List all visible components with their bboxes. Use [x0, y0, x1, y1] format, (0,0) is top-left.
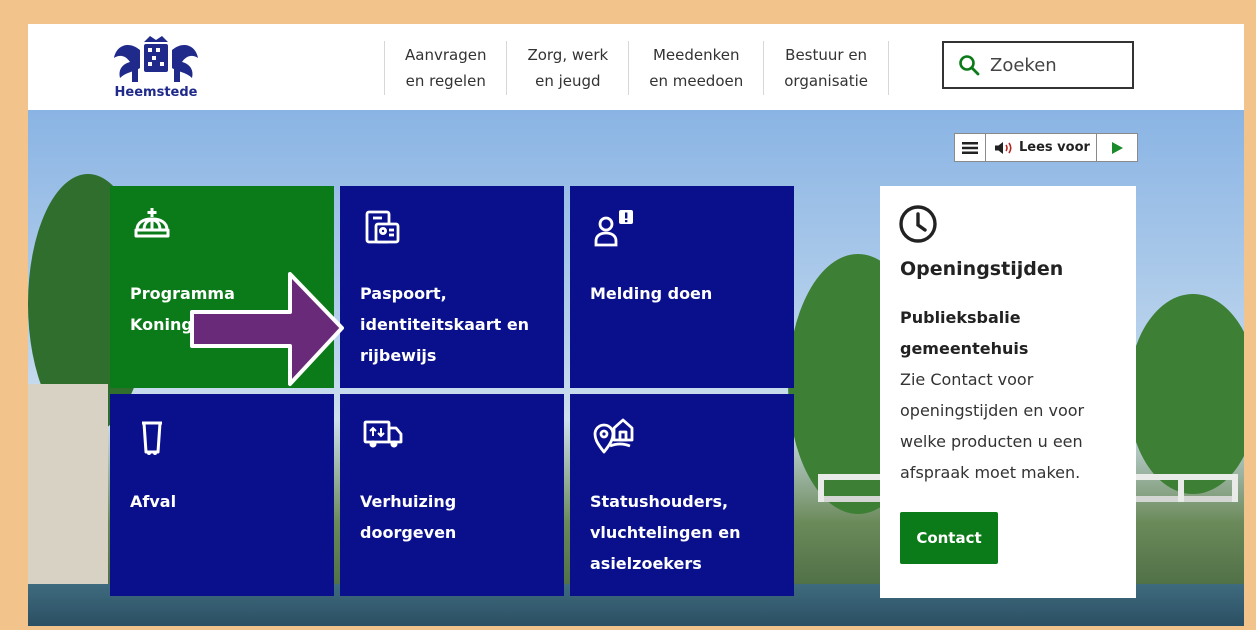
contact-button[interactable]: Contact — [900, 512, 998, 564]
read-aloud-label: Lees voor — [1019, 140, 1090, 155]
report-person-icon — [594, 210, 633, 247]
browser-viewport: Heemstede Aanvragen en regelen Zorg, wer… — [28, 24, 1244, 626]
site-header: Heemstede Aanvragen en regelen Zorg, wer… — [28, 24, 1244, 110]
location-home-icon — [593, 418, 634, 454]
boat-decoration — [28, 384, 108, 614]
crown-icon — [134, 208, 170, 238]
tile-label: Statushouders, vluchtelingen en asielzoe… — [590, 492, 741, 573]
main-navigation: Aanvragen en regelen Zorg, werk en jeugd… — [384, 41, 889, 97]
opening-hours-card: Openingstijden Publieksbalie gemeentehui… — [880, 186, 1136, 598]
moving-truck-icon — [363, 420, 403, 448]
screenshot-frame: Heemstede Aanvragen en regelen Zorg, wer… — [6, 6, 1250, 626]
search-box — [942, 41, 1134, 89]
tile-paspoort[interactable]: Paspoort, identiteitskaart en rijbewijs — [340, 186, 564, 388]
readspeaker-bar: Lees voor — [954, 133, 1138, 162]
tile-label: Melding doen — [590, 284, 713, 303]
annotation-arrow-icon — [190, 272, 344, 386]
play-icon[interactable] — [1097, 134, 1137, 161]
nav-item-aanvragen[interactable]: Aanvragen en regelen — [384, 41, 506, 95]
opening-hours-description: Zie Contact voor openingstijden en voor … — [900, 370, 1085, 482]
opening-hours-title: Openingstijden — [900, 258, 1064, 280]
nav-item-zorg-werk-jeugd[interactable]: Zorg, werk en jeugd — [506, 41, 628, 95]
menu-icon[interactable] — [955, 134, 986, 161]
nav-item-meedenken[interactable]: Meedenken en meedoen — [628, 41, 763, 95]
tile-verhuizing[interactable]: Verhuizing doorgeven — [340, 394, 564, 596]
speaker-icon — [995, 141, 1012, 154]
read-aloud-button[interactable]: Lees voor — [986, 134, 1097, 161]
tile-statushouders[interactable]: Statushouders, vluchtelingen en asielzoe… — [570, 394, 794, 596]
tile-afval[interactable]: Afval — [110, 394, 334, 596]
search-icon[interactable] — [958, 54, 980, 76]
tile-label: Afval — [130, 492, 177, 511]
search-input[interactable] — [988, 53, 1122, 77]
tile-label: Paspoort, identiteitskaart en rijbewijs — [360, 284, 530, 365]
clock-icon — [899, 205, 937, 243]
opening-hours-subtitle: Publieksbalie gemeentehuis — [900, 308, 1029, 358]
logo-text: Heemstede — [114, 85, 198, 100]
trash-bin-icon — [142, 421, 162, 455]
tile-melding-doen[interactable]: Melding doen — [570, 186, 794, 388]
id-card-icon — [365, 210, 400, 244]
tile-label: Verhuizing doorgeven — [360, 492, 457, 542]
nav-item-bestuur[interactable]: Bestuur en organisatie — [763, 41, 889, 95]
